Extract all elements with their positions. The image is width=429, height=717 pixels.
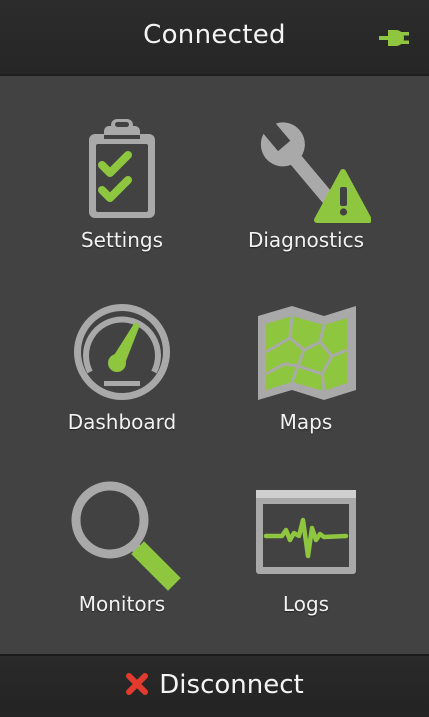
clipboard-checklist-icon bbox=[89, 119, 155, 218]
logs-tile[interactable]: Logs bbox=[206, 476, 406, 646]
gauge-icon bbox=[74, 304, 170, 400]
main-menu-grid: Settings Diagnostics Dashboard Maps Moni… bbox=[0, 76, 429, 654]
connection-status-title: Connected bbox=[143, 20, 286, 50]
dashboard-tile[interactable]: Dashboard bbox=[22, 294, 222, 464]
disconnect-label: Disconnect bbox=[159, 670, 304, 700]
maps-tile[interactable]: Maps bbox=[206, 294, 406, 464]
close-x-icon bbox=[126, 672, 149, 695]
waveform-monitor-icon bbox=[256, 490, 356, 574]
disconnect-content: Disconnect bbox=[0, 670, 429, 700]
settings-tile[interactable]: Settings bbox=[22, 112, 222, 282]
wrench-warning-icon bbox=[260, 120, 371, 223]
plug-icon bbox=[379, 30, 409, 46]
settings-label: Settings bbox=[80, 228, 164, 252]
diagnostics-tile[interactable]: Diagnostics bbox=[206, 112, 406, 282]
logs-label: Logs bbox=[282, 592, 330, 616]
monitors-tile[interactable]: Monitors bbox=[22, 476, 222, 646]
magnifier-icon bbox=[71, 481, 181, 591]
monitors-label: Monitors bbox=[78, 592, 166, 616]
top-bar: Connected bbox=[0, 0, 429, 76]
maps-label: Maps bbox=[279, 410, 333, 434]
map-icon bbox=[258, 306, 356, 400]
dashboard-label: Dashboard bbox=[67, 410, 177, 434]
diagnostics-label: Diagnostics bbox=[247, 228, 365, 252]
disconnect-button[interactable]: Disconnect bbox=[0, 654, 429, 717]
